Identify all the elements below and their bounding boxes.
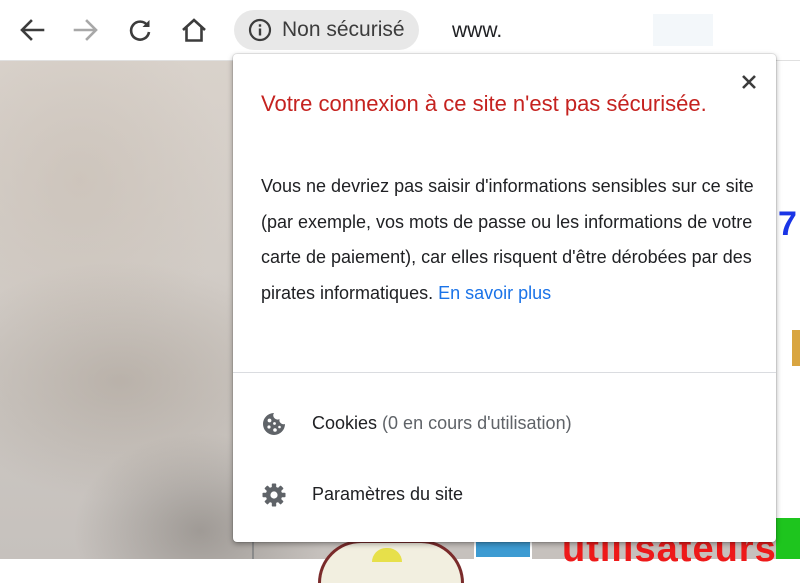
url-redaction [513, 10, 653, 50]
security-label: Non sécurisé [282, 18, 405, 41]
arrow-left-icon [20, 19, 45, 41]
popup-close-button[interactable] [738, 71, 760, 93]
page-fragment-digit: 7 [778, 205, 797, 243]
page-fragment-tile [474, 540, 532, 559]
page-fragment-orange-block [792, 330, 800, 366]
learn-more-link[interactable]: En savoir plus [438, 283, 551, 303]
popup-warning-title: Votre connexion à ce site n'est pas sécu… [261, 91, 707, 116]
home-button[interactable] [175, 11, 213, 49]
page-fragment-frame [252, 540, 254, 559]
site-info-popup: Votre connexion à ce site n'est pas sécu… [233, 54, 776, 542]
reload-button[interactable] [121, 11, 159, 49]
address-bar[interactable]: Non sécurisé www. [234, 8, 800, 52]
cookie-icon [263, 413, 285, 435]
site-settings-label: Paramètres du site [312, 483, 464, 504]
security-chip[interactable]: Non sécurisé [234, 10, 419, 50]
popup-divider [233, 372, 776, 373]
arrow-right-icon [73, 19, 98, 41]
cookies-detail: (0 en cours d'utilisation) [382, 412, 572, 433]
gear-icon [262, 483, 286, 507]
browser-toolbar: Non sécurisé www. [0, 0, 800, 61]
popup-warning-body: Vous ne devriez pas saisir d'information… [261, 169, 761, 311]
url-redaction-tint [653, 14, 713, 46]
cookies-label: Cookies [312, 412, 378, 433]
url-text[interactable]: www. [452, 19, 502, 43]
forward-button[interactable] [67, 11, 105, 49]
home-icon [182, 18, 206, 42]
cookies-row-text: Cookies (0 en cours d'utilisation) [312, 413, 572, 434]
page-right-strip [776, 61, 800, 559]
page-fragment-green-block [776, 518, 800, 559]
reload-icon [129, 20, 151, 41]
info-icon [248, 18, 272, 42]
site-settings-row[interactable]: Paramètres du site [233, 466, 776, 522]
cookies-row[interactable]: Cookies (0 en cours d'utilisation) [233, 395, 776, 451]
back-button[interactable] [13, 11, 51, 49]
close-icon [742, 75, 756, 89]
